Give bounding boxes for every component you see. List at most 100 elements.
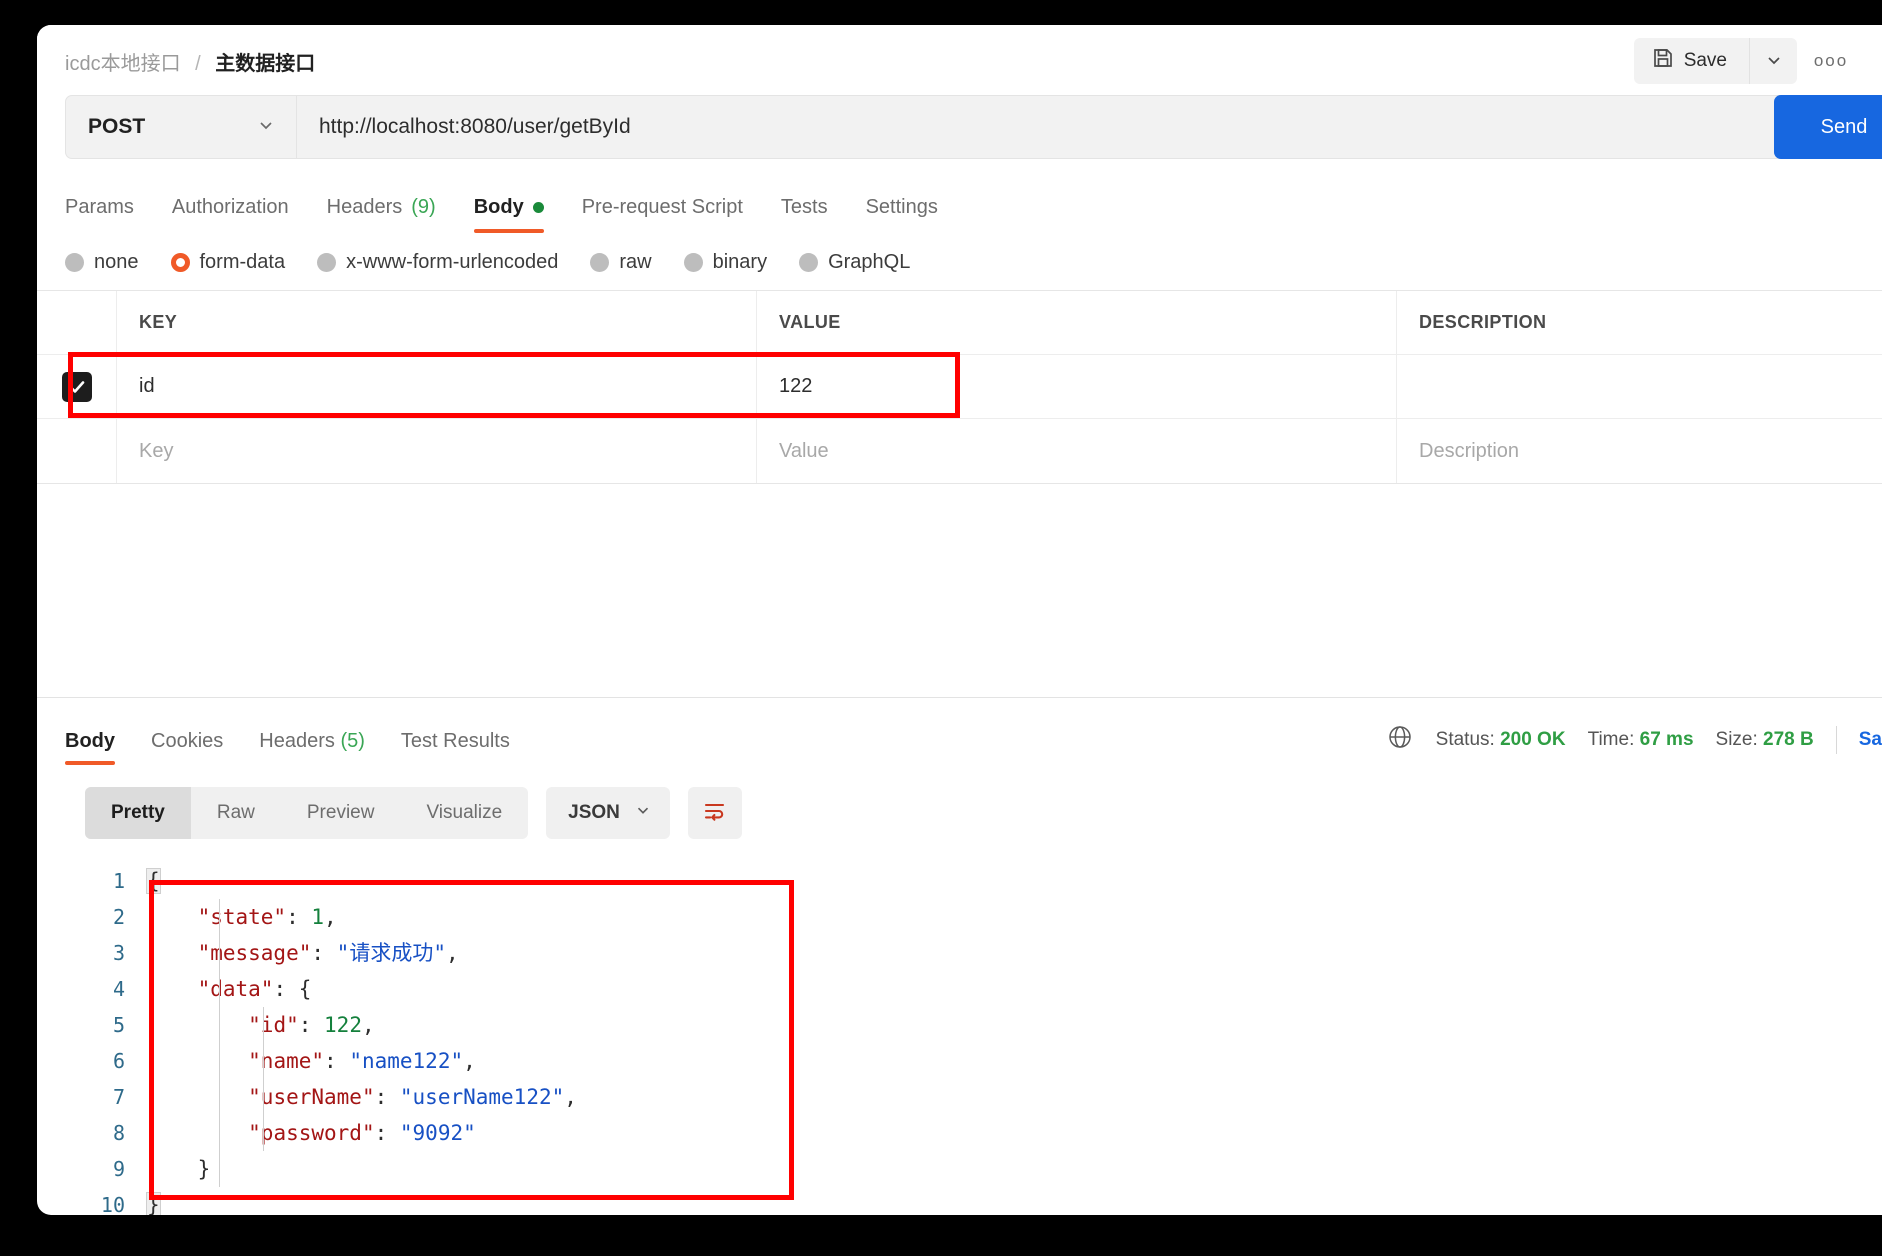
code-line: 6 "name": "name122",: [85, 1043, 1882, 1079]
view-mode-pretty[interactable]: Pretty: [85, 787, 191, 839]
response-tab-test-results[interactable]: Test Results: [401, 730, 510, 765]
tab-settings-label: Settings: [865, 196, 938, 218]
line-content: "name": "name122",: [248, 1049, 476, 1073]
response-tab-headers-label: Headers: [259, 730, 335, 752]
code-line: 2 "state": 1,: [85, 899, 1882, 935]
save-response-link[interactable]: Sa: [1859, 729, 1882, 751]
tab-params-label: Params: [65, 196, 134, 218]
save-dropdown-button[interactable]: [1749, 38, 1797, 84]
size-value: 278 B: [1763, 729, 1814, 750]
row-value-input[interactable]: 122: [757, 355, 1397, 418]
floppy-disk-icon: [1652, 47, 1674, 75]
save-button-label: Save: [1683, 50, 1727, 71]
size-label: Size:: [1715, 729, 1758, 750]
top-bar: icdc本地接口 / 主数据接口 Save ooo: [37, 25, 1882, 95]
breadcrumb: icdc本地接口 / 主数据接口: [65, 47, 315, 76]
row-checkbox-cell[interactable]: [37, 355, 117, 418]
line-number: 2: [112, 905, 125, 929]
tab-body[interactable]: Body: [473, 196, 544, 233]
header-key-cell: KEY: [117, 291, 757, 354]
code-line: 7 "userName": "userName122",: [85, 1079, 1882, 1115]
tab-authorization[interactable]: Authorization: [172, 196, 289, 233]
send-button[interactable]: Send: [1774, 95, 1882, 159]
code-line: 5 "id": 122,: [85, 1007, 1882, 1043]
checkbox-checked-icon[interactable]: [61, 371, 92, 402]
body-type-x-www-form-urlencoded[interactable]: x-www-form-urlencoded: [317, 251, 558, 274]
line-number: 6: [112, 1049, 125, 1073]
line-content: "password": "9092": [248, 1121, 476, 1145]
breadcrumb-current[interactable]: 主数据接口: [215, 53, 315, 75]
header-value-cell: VALUE: [757, 291, 1397, 354]
size-group: Size: 278 B: [1716, 729, 1814, 751]
body-type-none[interactable]: none: [65, 251, 139, 274]
response-tab-cookies[interactable]: Cookies: [151, 730, 223, 765]
radio-icon: [590, 253, 610, 272]
ellipsis-icon: ooo: [1813, 51, 1849, 70]
response-tab-headers[interactable]: Headers (5): [259, 730, 365, 765]
placeholder-description-input[interactable]: Description: [1397, 419, 1882, 483]
breadcrumb-parent[interactable]: icdc本地接口: [65, 53, 181, 75]
response-format-selector[interactable]: JSON: [546, 787, 670, 839]
line-number: 5: [112, 1013, 125, 1037]
body-type-binary-label: binary: [712, 251, 768, 273]
placeholder-checkbox-cell[interactable]: [37, 419, 117, 483]
tab-headers[interactable]: Headers (9): [327, 196, 436, 233]
tab-authorization-label: Authorization: [171, 196, 289, 218]
globe-icon: [1386, 723, 1414, 757]
indent-guide: [263, 1007, 264, 1151]
time-label: Time:: [1587, 729, 1635, 750]
response-meta: Status: 200 OK Time: 67 ms Size: 278 B S…: [1386, 723, 1882, 757]
body-type-graphql[interactable]: GraphQL: [799, 251, 910, 274]
response-tab-body[interactable]: Body: [65, 730, 115, 765]
placeholder-value-label: Value: [779, 439, 829, 462]
line-number: 3: [112, 941, 125, 965]
code-line: 1 {: [85, 863, 1882, 899]
word-wrap-icon: [701, 797, 729, 830]
response-tabs: Body Cookies Headers (5) Test Results: [65, 717, 510, 765]
body-type-binary[interactable]: binary: [683, 251, 768, 274]
more-options-button[interactable]: ooo: [1808, 38, 1854, 84]
row-key-input[interactable]: id: [117, 355, 757, 418]
view-mode-pretty-label: Pretty: [111, 802, 165, 823]
row-description-input[interactable]: [1397, 355, 1882, 418]
status-value: 200 OK: [1500, 729, 1566, 750]
radio-icon: [65, 253, 84, 272]
tab-pre-request-script[interactable]: Pre-request Script: [582, 196, 743, 233]
response-view-toolbar: Pretty Raw Preview Visualize JSON: [85, 787, 742, 839]
http-method-selector[interactable]: POST: [65, 95, 297, 159]
response-divider: [37, 697, 1882, 698]
view-mode-preview-label: Preview: [306, 802, 375, 823]
form-data-table: KEY VALUE DESCRIPTION id 122 Key Value D…: [37, 290, 1882, 484]
request-url-row: POST http://localhost:8080/user/getById …: [65, 95, 1882, 159]
placeholder-key-input[interactable]: Key: [117, 419, 757, 483]
chevron-down-icon: [634, 801, 652, 825]
word-wrap-button[interactable]: [687, 787, 742, 839]
response-body-code[interactable]: 1 { 2 "state": 1, 3 "message": "请求成功", 4…: [85, 863, 1882, 1215]
radio-icon: [683, 253, 703, 272]
placeholder-key-label: Key: [139, 439, 174, 462]
tab-tests[interactable]: Tests: [781, 196, 828, 233]
line-content: "userName": "userName122",: [248, 1085, 577, 1109]
line-content: {: [146, 868, 161, 894]
save-button[interactable]: Save: [1633, 38, 1749, 84]
time-group: Time: 67 ms: [1588, 729, 1694, 751]
tab-settings[interactable]: Settings: [866, 196, 938, 233]
table-placeholder-row: Key Value Description: [37, 419, 1882, 483]
code-line: 10 }: [85, 1187, 1882, 1215]
response-tab-headers-count: (5): [340, 730, 365, 752]
response-tab-cookies-label: Cookies: [151, 730, 224, 752]
response-tab-test-results-label: Test Results: [400, 730, 510, 752]
header-key-label: KEY: [139, 312, 178, 332]
view-mode-raw[interactable]: Raw: [191, 787, 281, 839]
placeholder-value-input[interactable]: Value: [757, 419, 1397, 483]
meta-divider: [1835, 726, 1837, 754]
view-mode-preview[interactable]: Preview: [281, 787, 401, 839]
body-type-raw-label: raw: [619, 251, 652, 273]
request-tabs: Params Authorization Headers (9) Body Pr…: [65, 181, 1854, 233]
tab-params[interactable]: Params: [65, 196, 134, 233]
url-input[interactable]: http://localhost:8080/user/getById: [297, 95, 1854, 159]
tab-headers-label: Headers: [326, 196, 403, 218]
body-type-raw[interactable]: raw: [590, 251, 652, 274]
view-mode-visualize[interactable]: Visualize: [400, 787, 528, 839]
body-type-form-data[interactable]: form-data: [170, 251, 285, 274]
